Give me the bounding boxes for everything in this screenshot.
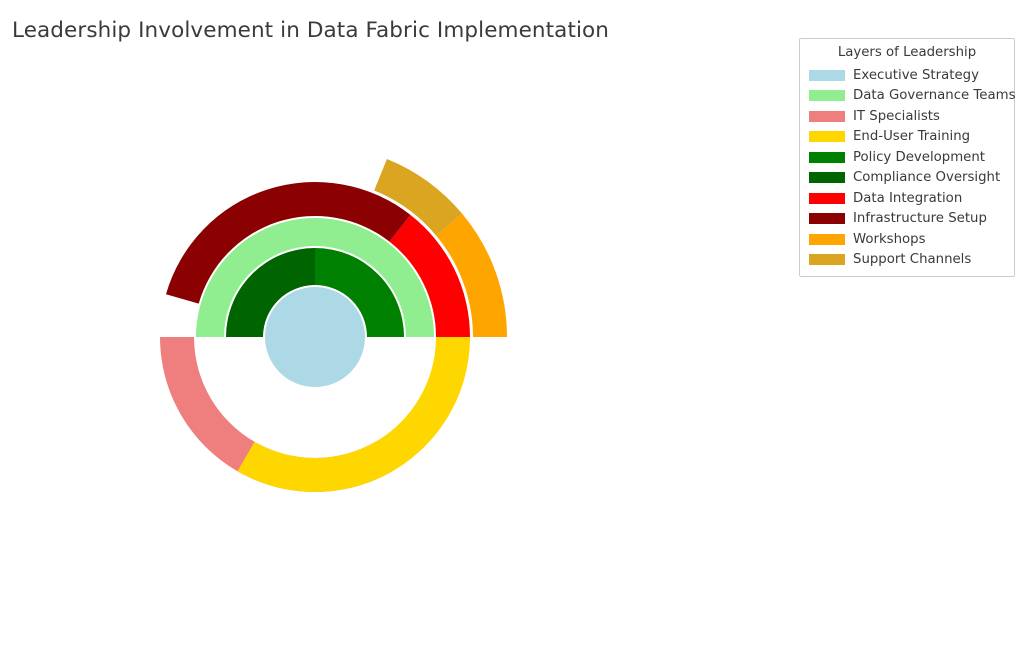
legend-item[interactable]: Infrastructure Setup [807,209,1007,230]
legend: Layers of Leadership Executive Strategy D… [799,38,1016,277]
legend-swatch-icon [809,213,845,225]
sunburst-chart [0,0,800,646]
legend-item[interactable]: Data Integration [807,188,1007,209]
legend-item[interactable]: Support Channels [807,250,1007,271]
legend-item-label: Infrastructure Setup [853,211,987,227]
legend-items: Executive Strategy Data Governance Teams I… [807,65,1016,271]
legend-item-label: Policy Development [853,149,985,165]
legend-item-label: Executive Strategy [853,67,979,83]
legend-item[interactable]: End-User Training [807,127,1007,148]
legend-item-label: Compliance Oversight [853,170,1001,186]
legend-item-label: IT Specialists [853,108,940,124]
legend-swatch-icon [809,192,845,204]
legend-item[interactable]: IT Specialists [807,106,1007,127]
legend-item-label: Data Governance Teams [853,88,1016,104]
legend-swatch-icon [809,254,845,266]
legend-swatch-icon [809,131,845,143]
legend-item[interactable]: Workshops [807,229,1007,250]
legend-swatch-icon [809,151,845,163]
legend-swatch-icon [809,172,845,184]
legend-swatch-icon [809,69,845,81]
legend-swatch-icon [809,233,845,245]
legend-item-label: Workshops [853,231,926,247]
legend-item-label: Support Channels [853,252,972,268]
legend-item-label: End-User Training [853,129,971,145]
legend-item[interactable]: Data Governance Teams [807,86,1016,107]
legend-item[interactable]: Compliance Oversight [807,168,1007,189]
legend-item[interactable]: Executive Strategy [807,65,1007,86]
legend-swatch-icon [809,110,845,122]
sunburst-segments [160,158,507,493]
legend-item-label: Data Integration [853,190,963,206]
legend-swatch-icon [809,90,845,102]
legend-item[interactable]: Policy Development [807,147,1007,168]
sunburst-svg [160,158,507,493]
sunburst-segment[interactable] [265,287,365,387]
legend-title: Layers of Leadership [837,45,977,60]
